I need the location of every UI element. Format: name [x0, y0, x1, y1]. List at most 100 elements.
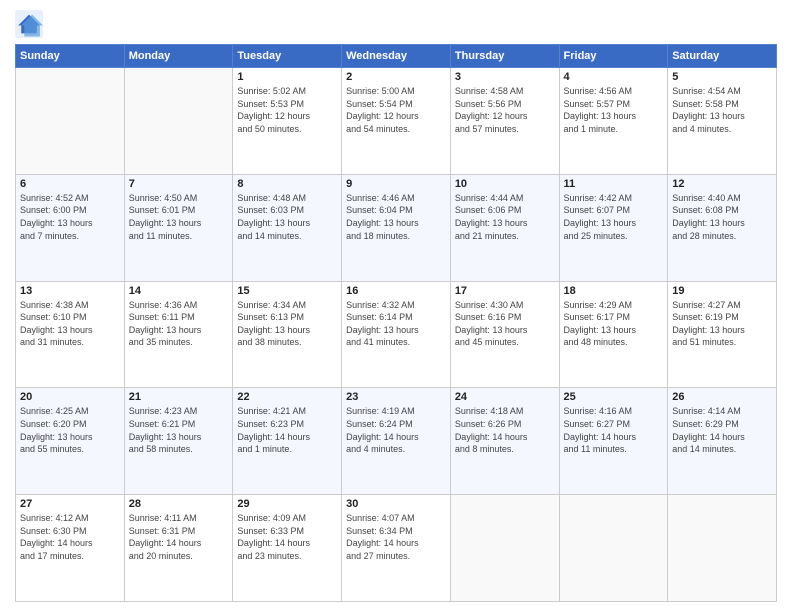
header — [15, 10, 777, 38]
calendar-table: SundayMondayTuesdayWednesdayThursdayFrid… — [15, 44, 777, 602]
calendar-cell: 22Sunrise: 4:21 AM Sunset: 6:23 PM Dayli… — [233, 388, 342, 495]
day-info: Sunrise: 4:21 AM Sunset: 6:23 PM Dayligh… — [237, 405, 337, 455]
calendar-cell — [668, 495, 777, 602]
day-info: Sunrise: 4:56 AM Sunset: 5:57 PM Dayligh… — [564, 85, 664, 135]
day-number: 13 — [20, 285, 120, 297]
day-number: 17 — [455, 285, 555, 297]
day-info: Sunrise: 4:07 AM Sunset: 6:34 PM Dayligh… — [346, 512, 446, 562]
calendar-cell: 24 Sunrise: 4:18 AM Sunset: 6:26 PM Dayli… — [450, 388, 559, 495]
calendar-week-2: 6Sunrise: 4:52 AM Sunset: 6:00 PM Daylig… — [16, 174, 777, 281]
day-info: Sunrise: 4:12 AM Sunset: 6:30 PM Dayligh… — [20, 512, 120, 562]
day-info: Sunrise: 4:16 AM Sunset: 6:27 PM Dayligh… — [564, 405, 664, 455]
calendar-header-thursday: Thursday — [450, 45, 559, 68]
day-number: 11 — [564, 178, 664, 190]
calendar-cell: 20 Sunrise: 4:25 AM Sunset: 6:20 PM Dayli… — [16, 388, 125, 495]
calendar-cell: 10 Sunrise: 4:44 AM Sunset: 6:06 PM Dayli… — [450, 174, 559, 281]
calendar-week-5: 27 Sunrise: 4:12 AM Sunset: 6:30 PM Dayli… — [16, 495, 777, 602]
logo — [15, 10, 47, 38]
day-number: 2 — [346, 71, 446, 83]
calendar-cell: 4Sunrise: 4:56 AM Sunset: 5:57 PM Daylig… — [559, 68, 668, 175]
calendar-cell — [559, 495, 668, 602]
day-number: 15 — [237, 285, 337, 297]
page: SundayMondayTuesdayWednesdayThursdayFrid… — [0, 0, 792, 612]
calendar-header-row: SundayMondayTuesdayWednesdayThursdayFrid… — [16, 45, 777, 68]
calendar-cell: 6Sunrise: 4:52 AM Sunset: 6:00 PM Daylig… — [16, 174, 125, 281]
calendar-cell: 21 Sunrise: 4:23 AM Sunset: 6:21 PM Dayli… — [124, 388, 233, 495]
day-number: 7 — [129, 178, 229, 190]
calendar-week-3: 13Sunrise: 4:38 AM Sunset: 6:10 PM Dayli… — [16, 281, 777, 388]
day-info: Sunrise: 4:34 AM Sunset: 6:13 PM Dayligh… — [237, 299, 337, 349]
day-info: Sunrise: 4:46 AM Sunset: 6:04 PM Dayligh… — [346, 192, 446, 242]
calendar-cell: 15 Sunrise: 4:34 AM Sunset: 6:13 PM Dayli… — [233, 281, 342, 388]
calendar-header-saturday: Saturday — [668, 45, 777, 68]
day-info: Sunrise: 4:48 AM Sunset: 6:03 PM Dayligh… — [237, 192, 337, 242]
calendar-cell: 2 Sunrise: 5:00 AM Sunset: 5:54 PM Daylig… — [342, 68, 451, 175]
day-number: 30 — [346, 498, 446, 510]
day-number: 9 — [346, 178, 446, 190]
day-number: 5 — [672, 71, 772, 83]
calendar-cell: 13Sunrise: 4:38 AM Sunset: 6:10 PM Dayli… — [16, 281, 125, 388]
calendar-cell: 17Sunrise: 4:30 AM Sunset: 6:16 PM Dayli… — [450, 281, 559, 388]
calendar-cell: 27 Sunrise: 4:12 AM Sunset: 6:30 PM Dayli… — [16, 495, 125, 602]
day-info: Sunrise: 4:36 AM Sunset: 6:11 PM Dayligh… — [129, 299, 229, 349]
day-number: 10 — [455, 178, 555, 190]
day-number: 29 — [237, 498, 337, 510]
calendar-header-wednesday: Wednesday — [342, 45, 451, 68]
calendar-cell: 8 Sunrise: 4:48 AM Sunset: 6:03 PM Daylig… — [233, 174, 342, 281]
day-number: 21 — [129, 391, 229, 403]
calendar-cell — [16, 68, 125, 175]
day-info: Sunrise: 5:00 AM Sunset: 5:54 PM Dayligh… — [346, 85, 446, 135]
calendar-header-monday: Monday — [124, 45, 233, 68]
calendar-cell: 9 Sunrise: 4:46 AM Sunset: 6:04 PM Daylig… — [342, 174, 451, 281]
calendar-header-tuesday: Tuesday — [233, 45, 342, 68]
calendar-cell: 5 Sunrise: 4:54 AM Sunset: 5:58 PM Daylig… — [668, 68, 777, 175]
day-info: Sunrise: 4:32 AM Sunset: 6:14 PM Dayligh… — [346, 299, 446, 349]
day-number: 26 — [672, 391, 772, 403]
day-info: Sunrise: 4:44 AM Sunset: 6:06 PM Dayligh… — [455, 192, 555, 242]
calendar-cell: 28 Sunrise: 4:11 AM Sunset: 6:31 PM Dayli… — [124, 495, 233, 602]
calendar-header-sunday: Sunday — [16, 45, 125, 68]
calendar-week-1: 1 Sunrise: 5:02 AM Sunset: 5:53 PM Daylig… — [16, 68, 777, 175]
day-info: Sunrise: 4:25 AM Sunset: 6:20 PM Dayligh… — [20, 405, 120, 455]
calendar-cell: 11 Sunrise: 4:42 AM Sunset: 6:07 PM Dayli… — [559, 174, 668, 281]
day-info: Sunrise: 4:52 AM Sunset: 6:00 PM Dayligh… — [20, 192, 120, 242]
day-info: Sunrise: 4:50 AM Sunset: 6:01 PM Dayligh… — [129, 192, 229, 242]
day-number: 28 — [129, 498, 229, 510]
day-info: Sunrise: 4:18 AM Sunset: 6:26 PM Dayligh… — [455, 405, 555, 455]
calendar-cell: 26 Sunrise: 4:14 AM Sunset: 6:29 PM Dayli… — [668, 388, 777, 495]
day-number: 8 — [237, 178, 337, 190]
day-info: Sunrise: 4:42 AM Sunset: 6:07 PM Dayligh… — [564, 192, 664, 242]
calendar-cell: 3 Sunrise: 4:58 AM Sunset: 5:56 PM Daylig… — [450, 68, 559, 175]
day-info: Sunrise: 4:09 AM Sunset: 6:33 PM Dayligh… — [237, 512, 337, 562]
day-number: 14 — [129, 285, 229, 297]
calendar-cell: 16 Sunrise: 4:32 AM Sunset: 6:14 PM Dayli… — [342, 281, 451, 388]
day-info: Sunrise: 4:11 AM Sunset: 6:31 PM Dayligh… — [129, 512, 229, 562]
calendar-week-4: 20 Sunrise: 4:25 AM Sunset: 6:20 PM Dayli… — [16, 388, 777, 495]
calendar-cell: 7 Sunrise: 4:50 AM Sunset: 6:01 PM Daylig… — [124, 174, 233, 281]
day-number: 25 — [564, 391, 664, 403]
day-number: 20 — [20, 391, 120, 403]
calendar-cell: 30 Sunrise: 4:07 AM Sunset: 6:34 PM Dayli… — [342, 495, 451, 602]
day-number: 24 — [455, 391, 555, 403]
logo-icon — [15, 10, 43, 38]
day-info: Sunrise: 4:19 AM Sunset: 6:24 PM Dayligh… — [346, 405, 446, 455]
calendar-cell — [124, 68, 233, 175]
calendar-cell: 23 Sunrise: 4:19 AM Sunset: 6:24 PM Dayli… — [342, 388, 451, 495]
day-number: 19 — [672, 285, 772, 297]
day-number: 23 — [346, 391, 446, 403]
day-info: Sunrise: 4:29 AM Sunset: 6:17 PM Dayligh… — [564, 299, 664, 349]
day-info: Sunrise: 5:02 AM Sunset: 5:53 PM Dayligh… — [237, 85, 337, 135]
day-number: 18 — [564, 285, 664, 297]
calendar-cell: 29 Sunrise: 4:09 AM Sunset: 6:33 PM Dayli… — [233, 495, 342, 602]
day-info: Sunrise: 4:14 AM Sunset: 6:29 PM Dayligh… — [672, 405, 772, 455]
day-info: Sunrise: 4:40 AM Sunset: 6:08 PM Dayligh… — [672, 192, 772, 242]
day-number: 3 — [455, 71, 555, 83]
calendar-cell: 19Sunrise: 4:27 AM Sunset: 6:19 PM Dayli… — [668, 281, 777, 388]
day-number: 16 — [346, 285, 446, 297]
day-info: Sunrise: 4:58 AM Sunset: 5:56 PM Dayligh… — [455, 85, 555, 135]
day-number: 27 — [20, 498, 120, 510]
day-info: Sunrise: 4:23 AM Sunset: 6:21 PM Dayligh… — [129, 405, 229, 455]
day-info: Sunrise: 4:54 AM Sunset: 5:58 PM Dayligh… — [672, 85, 772, 135]
calendar-cell: 1 Sunrise: 5:02 AM Sunset: 5:53 PM Daylig… — [233, 68, 342, 175]
day-number: 1 — [237, 71, 337, 83]
